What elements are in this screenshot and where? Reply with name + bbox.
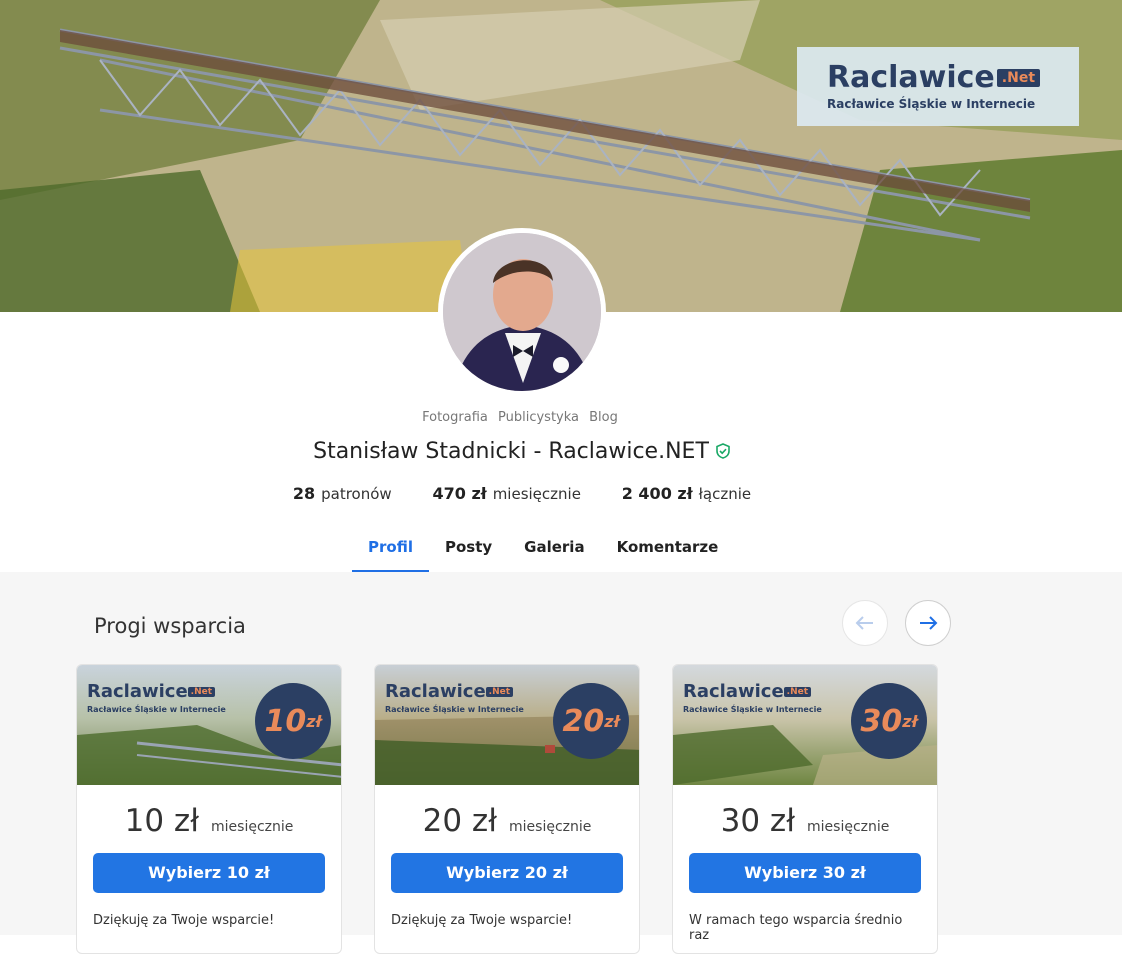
category-tag[interactable]: Publicystyka [498,410,579,425]
person-photo [443,233,601,391]
tier-card: Raclawice .Net Racławice Śląskie w Intern… [672,664,938,954]
avatar[interactable] [438,228,606,396]
select-tier-button[interactable]: Wybierz 20 zł [391,853,623,893]
tier-image: Raclawice .Net Racławice Śląskie w Intern… [673,665,937,785]
logo-main: Raclawice [827,59,995,95]
select-tier-button[interactable]: Wybierz 10 zł [93,853,325,893]
tier-image: Raclawice .Net Racławice Śląskie w Intern… [375,665,639,785]
tier-price: 30 zł miesięcznie [720,803,890,839]
select-tier-button[interactable]: Wybierz 30 zł [689,853,921,893]
tier-description: W ramach tego wsparcia średnio raz [689,913,903,943]
tier-brand: Raclawice .Net [87,681,216,702]
tier-badge: 30 zł [851,683,927,759]
tier-badge: 10 zł [255,683,331,759]
arrow-left-icon [855,616,873,630]
tier-description: Dziękuję za Twoje wsparcie! [93,913,275,928]
tier-price: 10 zł miesięcznie [124,803,294,839]
tier-brand-tagline: Racławice Śląskie w Internecie [385,705,524,714]
tier-badge: 20 zł [553,683,629,759]
profile-tabs: Profil Posty Galeria Komentarze [352,530,734,572]
brand-logo: Raclawice .Net Racławice Śląskie w Intern… [797,47,1079,126]
tier-description: Dziękuję za Twoje wsparcie! [391,913,573,928]
category-tag[interactable]: Blog [589,410,618,425]
arrow-right-icon [920,616,938,630]
tab-profil[interactable]: Profil [352,530,429,572]
stats-row: 28 patronów 470 zł miesięcznie 2 400 zł łąc… [0,484,1044,503]
tier-brand-tagline: Racławice Śląskie w Internecie [87,705,226,714]
carousel-next-button[interactable] [905,600,951,646]
tab-galeria[interactable]: Galeria [508,530,600,572]
tab-komentarze[interactable]: Komentarze [601,530,735,572]
tier-card: Raclawice .Net Racławice Śląskie w Intern… [374,664,640,954]
stat-monthly: 470 zł miesięcznie [432,484,581,503]
carousel-prev-button[interactable] [842,600,888,646]
tab-posty[interactable]: Posty [429,530,508,572]
tier-price: 20 zł miesięcznie [422,803,592,839]
category-list: Fotografia Publicystyka Blog [0,410,1040,425]
creator-name: Stanisław Stadnicki - Raclawice.NET [313,439,709,464]
tier-brand: Raclawice .Net [683,681,812,702]
section-title: Progi wsparcia [94,614,246,638]
page-title: Stanisław Stadnicki - Raclawice.NET [0,439,1044,465]
tier-image: Raclawice .Net Racławice Śląskie w Intern… [77,665,341,785]
category-tag[interactable]: Fotografia [422,410,488,425]
stat-patrons: 28 patronów [292,484,392,503]
tier-brand: Raclawice .Net [385,681,514,702]
tier-card: Raclawice .Net Racławice Śląskie w Intern… [76,664,342,954]
logo-tagline: Racławice Śląskie w Internecie [827,96,1036,111]
tier-brand-tagline: Racławice Śląskie w Internecie [683,705,822,714]
stat-total: 2 400 zł łącznie [621,484,752,503]
logo-net: .Net [996,69,1041,87]
verified-shield-icon [715,440,731,465]
